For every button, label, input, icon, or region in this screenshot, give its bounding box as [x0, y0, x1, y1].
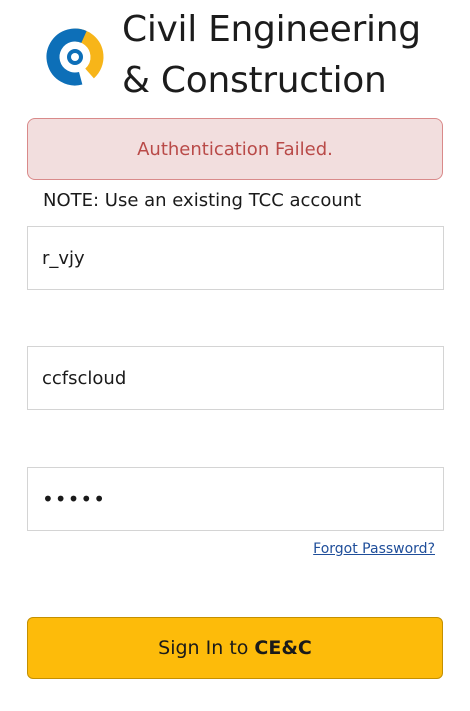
forgot-password-link[interactable]: Forgot Password? — [313, 541, 435, 557]
account-note: NOTE: Use an existing TCC account — [43, 190, 362, 211]
tenant-input[interactable] — [27, 346, 444, 410]
sign-in-product: CE&C — [254, 637, 312, 659]
sign-in-label: Sign In to — [158, 637, 249, 659]
login-page: Civil Engineering & Construction Authent… — [0, 0, 470, 711]
sign-in-button[interactable]: Sign In to CE&C — [27, 617, 443, 679]
username-input[interactable] — [27, 226, 444, 290]
trimble-connect-logo-icon — [46, 28, 104, 86]
app-title: Civil Engineering & Construction — [122, 9, 421, 101]
error-message: Authentication Failed. — [137, 138, 333, 160]
error-alert: Authentication Failed. — [27, 118, 443, 180]
password-input[interactable] — [27, 467, 444, 531]
